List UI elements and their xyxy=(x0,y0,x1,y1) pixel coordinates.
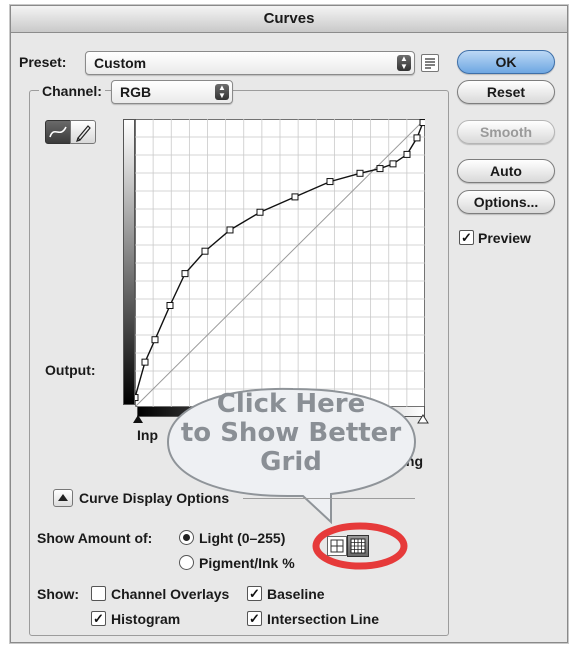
black-point-slider-icon[interactable] xyxy=(132,414,144,424)
curve-control-point[interactable] xyxy=(326,178,334,186)
options-button[interactable]: Options... xyxy=(457,190,555,214)
window-title: Curves xyxy=(11,6,567,33)
show-label: Show: xyxy=(37,586,79,602)
curve-control-point[interactable] xyxy=(135,394,139,402)
baseline-label: Baseline xyxy=(267,586,325,602)
section-divider xyxy=(243,498,415,499)
curve-control-point[interactable] xyxy=(226,226,234,234)
intersection-line-label: Intersection Line xyxy=(267,611,380,627)
smooth-button[interactable]: Smooth xyxy=(457,120,555,144)
callout-line-3: Grid xyxy=(260,447,322,477)
histogram-label: Histogram xyxy=(111,611,181,627)
curve-control-point[interactable] xyxy=(141,358,149,366)
auto-button[interactable]: Auto xyxy=(457,159,555,183)
histogram-checkbox[interactable]: ✓ xyxy=(91,611,106,626)
pencil-tool-icon[interactable] xyxy=(70,120,96,144)
preview-checkbox[interactable]: ✓ xyxy=(459,230,474,245)
curve-control-point[interactable] xyxy=(151,336,159,344)
dropdown-arrows-icon: ▲ ▼ xyxy=(397,55,411,71)
detailed-grid-button-icon[interactable] xyxy=(347,535,369,557)
channel-overlays-label: Channel Overlays xyxy=(111,586,230,602)
channel-overlays-checkbox[interactable] xyxy=(91,586,106,601)
preset-options-icon[interactable] xyxy=(421,54,439,72)
curve-graph[interactable] xyxy=(135,119,425,407)
light-radio[interactable] xyxy=(179,530,194,545)
output-gradient-bar xyxy=(123,119,135,405)
curve-control-point[interactable] xyxy=(181,270,189,278)
callout-line-1: Click Here xyxy=(216,389,366,419)
pigment-radio[interactable] xyxy=(179,555,194,570)
curve-control-point[interactable] xyxy=(201,247,209,255)
disclosure-triangle-icon[interactable] xyxy=(53,489,73,507)
baseline-checkbox[interactable]: ✓ xyxy=(247,586,262,601)
dropdown-arrows-icon: ▲ ▼ xyxy=(215,84,229,100)
channel-value: RGB xyxy=(120,84,152,100)
preview-label: Preview xyxy=(478,230,531,246)
pigment-radio-label: Pigment/Ink % xyxy=(199,555,295,571)
preset-value: Custom xyxy=(94,55,147,71)
curve-control-point[interactable] xyxy=(419,119,425,127)
curve-control-point[interactable] xyxy=(356,169,364,177)
output-label: Output: xyxy=(45,362,96,378)
curve-control-point[interactable] xyxy=(376,165,384,173)
curve-display-options-label: Curve Display Options xyxy=(79,490,230,506)
light-radio-label: Light (0–255) xyxy=(199,530,286,546)
callout-text: Click Here to Show Better Grid xyxy=(163,390,419,477)
show-amount-label: Show Amount of: xyxy=(37,530,153,546)
preset-label: Preset: xyxy=(19,54,67,70)
channel-dropdown[interactable]: RGB ▲ ▼ xyxy=(111,80,233,104)
intersection-line-checkbox[interactable]: ✓ xyxy=(247,611,262,626)
ok-button[interactable]: OK xyxy=(457,50,555,74)
reset-button[interactable]: Reset xyxy=(457,80,555,104)
curve-control-point[interactable] xyxy=(291,193,299,201)
simple-grid-button-icon[interactable] xyxy=(327,536,347,556)
preset-dropdown[interactable]: Custom ▲ ▼ xyxy=(85,51,415,75)
curve-control-point[interactable] xyxy=(166,301,174,309)
input-label: Inp xyxy=(137,427,158,443)
curves-dialog: Curves Preset: Custom ▲ ▼ OK Reset Smooth… xyxy=(10,5,568,643)
callout-line-2: to Show Better xyxy=(180,418,402,448)
curve-control-point[interactable] xyxy=(389,160,397,168)
curve-point-tool-icon[interactable] xyxy=(45,120,71,144)
curve-control-point[interactable] xyxy=(403,150,411,158)
curve-control-point[interactable] xyxy=(256,208,264,216)
channel-label: Channel: xyxy=(39,83,105,99)
curve-control-point[interactable] xyxy=(413,134,421,142)
